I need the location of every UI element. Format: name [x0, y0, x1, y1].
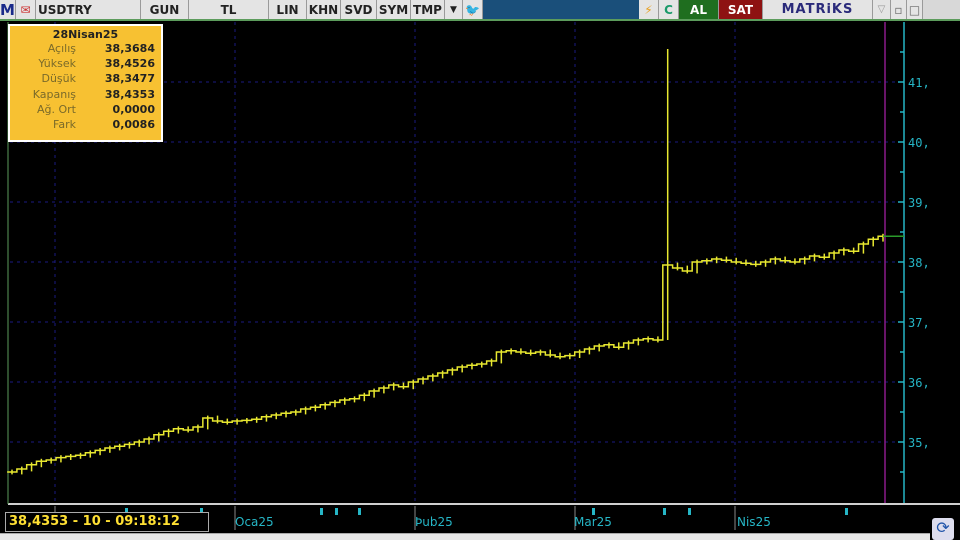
khn-button[interactable]: KHN [307, 0, 341, 19]
info-value: 0,0086 [112, 118, 155, 132]
sym-button[interactable]: SYM [377, 0, 411, 19]
toolbar: M ✉ USDTRY GUN TL LIN KHN SVD SYM TMP ▼ … [0, 0, 960, 21]
refresh-icon[interactable]: ⟳ [932, 518, 954, 540]
info-row: Düşük 38,3477 [16, 71, 155, 86]
event-marker [688, 508, 691, 515]
y-tick-label: 36, [908, 376, 930, 390]
info-value: 38,4526 [104, 57, 155, 71]
sell-button[interactable]: SAT [719, 0, 763, 19]
collapse-icon[interactable]: ▽ [873, 0, 891, 19]
tmp-button[interactable]: TMP [411, 0, 445, 19]
event-marker [358, 508, 361, 515]
event-marker [845, 508, 848, 515]
y-tick-label: 38, [908, 256, 930, 270]
chart-type-icon[interactable]: ✉ [16, 0, 36, 19]
symbol-field[interactable]: USDTRY [36, 0, 141, 19]
event-marker [663, 508, 666, 515]
info-row: Kapanış 38,4353 [16, 87, 155, 102]
last-price-status: 38,4353 - 10 - 09:18:12 [5, 512, 209, 532]
y-tick-label: 35, [908, 436, 930, 450]
x-label: Nis25 [737, 515, 771, 529]
info-label: Kapanış [32, 87, 76, 101]
info-label: Açılış [47, 42, 76, 55]
y-tick-label: 37, [908, 316, 930, 330]
info-label: Düşük [41, 72, 76, 86]
period-button[interactable]: GUN [141, 0, 189, 19]
info-label: Fark [53, 118, 76, 132]
price-line [7, 235, 888, 473]
dropdown-arrow-icon[interactable]: ▼ [445, 0, 463, 19]
info-value: 38,3684 [104, 42, 155, 55]
ohlc-info-box: 28Nisan25 Açılış 38,3684 Yüksek 38,4526 Düşü… [8, 24, 163, 142]
matriks-logo[interactable]: M [0, 0, 16, 19]
horizontal-scrollbar[interactable] [0, 533, 930, 540]
y-tick-label: 39, [908, 196, 930, 210]
info-label: Yüksek [38, 57, 76, 71]
info-row: Yüksek 38,4526 [16, 56, 155, 71]
x-label: Oca25 [235, 515, 274, 529]
currency-button[interactable]: TL [189, 0, 269, 19]
y-tick-label: 41, [908, 76, 930, 90]
info-date: 28Nisan25 [52, 28, 119, 41]
toolbar-spacer [483, 0, 639, 19]
minimize-icon[interactable]: ▫ [891, 0, 907, 19]
info-label: Ağ. Ort [37, 102, 76, 116]
event-marker [592, 508, 595, 515]
event-marker [320, 508, 323, 515]
scale-button[interactable]: LIN [269, 0, 307, 19]
info-row: Açılış 38,3684 [16, 41, 155, 56]
brand-label: MATRiKS [763, 0, 873, 19]
event-marker [335, 508, 338, 515]
info-row: Fark 0,0086 [16, 117, 155, 132]
svd-button[interactable]: SVD [341, 0, 377, 19]
x-label: Þub25 [415, 515, 453, 529]
lightning-icon[interactable]: ⚡ [639, 0, 659, 19]
twitter-icon[interactable]: 🐦 [463, 0, 483, 19]
x-label: Mar25 [574, 515, 612, 529]
c-button[interactable]: C [659, 0, 679, 19]
info-value: 38,4353 [104, 87, 155, 101]
buy-button[interactable]: AL [679, 0, 719, 19]
info-value: 0,0000 [112, 102, 155, 116]
info-row: Ağ. Ort 0,0000 [16, 102, 155, 117]
info-value: 38,3477 [104, 72, 155, 86]
y-tick-label: 40, [908, 136, 930, 150]
maximize-icon[interactable]: □ [907, 0, 923, 19]
